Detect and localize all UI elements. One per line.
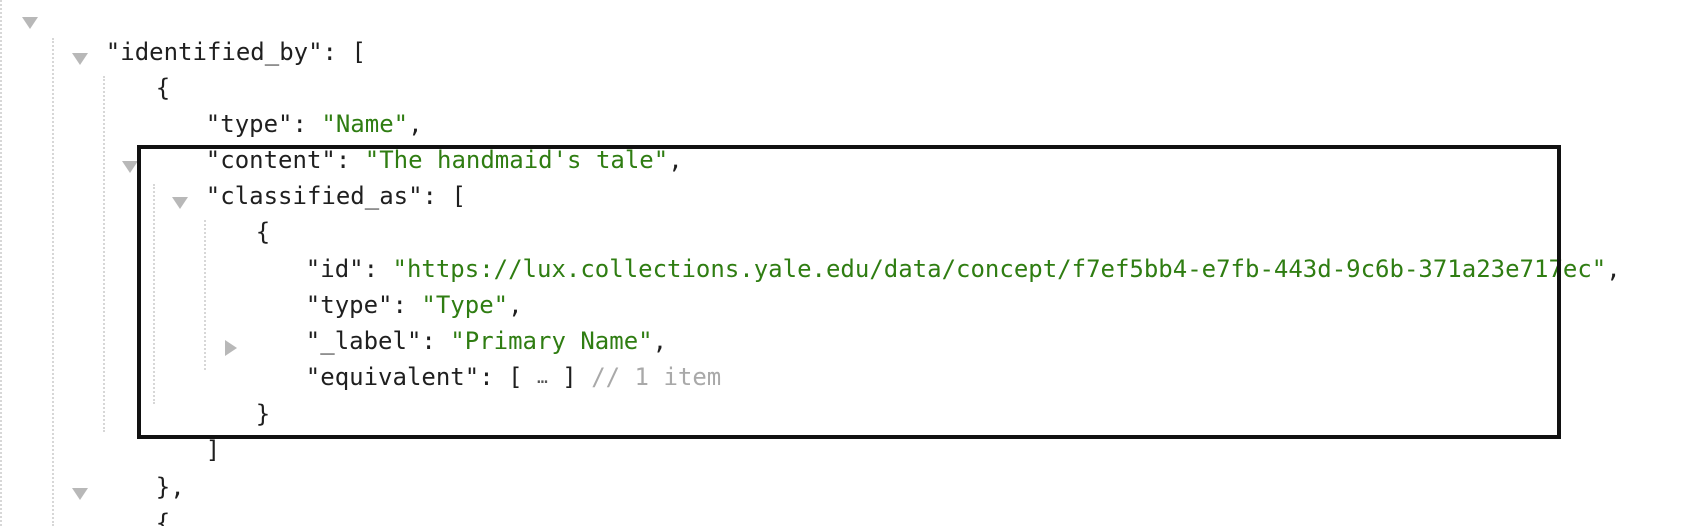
collapse-toggle-icon[interactable]	[122, 161, 138, 173]
json-line-label: "_label": "Primary Name",	[248, 296, 667, 355]
json-line-classified-as: "classified_as": [	[148, 151, 466, 210]
json-punctuation: ,	[1606, 255, 1621, 283]
json-line-inner-type: "type": "Type",	[248, 260, 523, 319]
json-punctuation: ]	[205, 436, 221, 464]
json-line-inner-object-open: {	[198, 187, 270, 246]
json-punctuation: [	[508, 363, 523, 391]
json-punctuation: ]	[562, 363, 577, 391]
json-line-equivalent[interactable]: "equivalent": [ … ] // 1 item	[248, 332, 721, 391]
json-punctuation: ,	[668, 146, 683, 174]
json-line-id: "id": "https://lux.collections.yale.edu/…	[248, 224, 1621, 283]
json-punctuation: {	[155, 509, 171, 526]
json-line-identified-by: "identified_by": [	[48, 7, 366, 66]
json-line-content: "content": "The handmaid's tale",	[148, 115, 683, 174]
collapse-toggle-icon[interactable]	[72, 488, 88, 500]
json-string-value: "https://lux.collections.yale.edu/data/c…	[392, 255, 1607, 283]
collapse-toggle-icon[interactable]	[172, 197, 188, 209]
json-line-inner-object-close: }	[198, 369, 270, 428]
indent-guide-identified-by	[52, 38, 54, 526]
json-key: "equivalent"	[305, 363, 480, 391]
json-punctuation: }	[255, 400, 271, 428]
json-punctuation: : [	[322, 38, 366, 66]
expand-toggle-icon[interactable]	[225, 340, 237, 356]
json-punctuation: :	[479, 363, 509, 391]
collapse-toggle-icon[interactable]	[22, 17, 38, 29]
item-count-comment: // 1 item	[591, 363, 722, 391]
json-punctuation: : [	[422, 182, 466, 210]
json-line-classified-as-close: ]	[148, 405, 220, 464]
json-line-type: "type": "Name",	[148, 79, 423, 138]
indent-guide-root	[0, 0, 2, 526]
collapsed-ellipsis[interactable]: …	[537, 363, 548, 393]
json-line-next-object-open: {	[98, 478, 170, 526]
json-line-object-close: },	[98, 442, 185, 501]
collapse-toggle-icon[interactable]	[72, 53, 88, 65]
json-line-object-open: {	[98, 43, 170, 102]
